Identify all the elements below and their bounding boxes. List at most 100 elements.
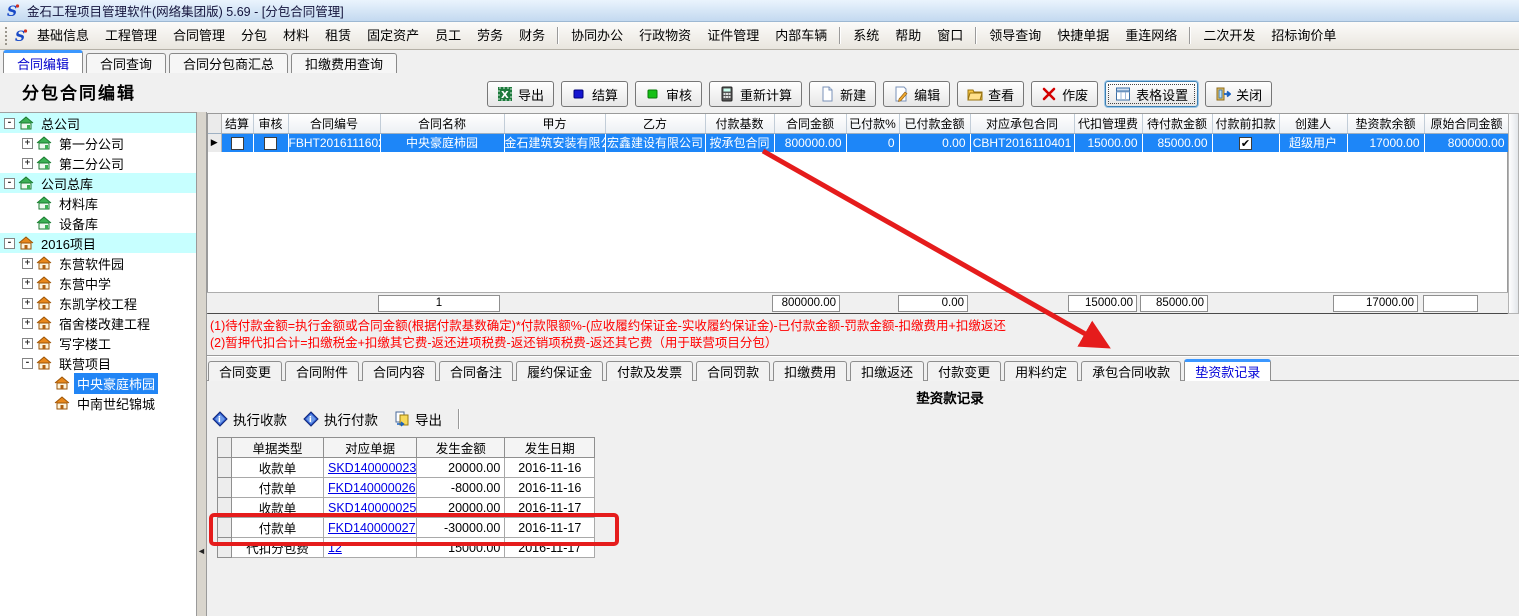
menu-item[interactable]: 材料 [275,23,317,49]
contract-row-selected[interactable]: ▶ FBHT2016111602 中央豪庭柿园 金石建筑安装有限公司 宏鑫建设有… [208,133,1509,152]
edit-button[interactable]: 编辑 [883,81,950,107]
tab-advance-payment-records[interactable]: 垫资款记录 [1184,359,1271,381]
column-header[interactable]: 待付款金额 [1142,114,1212,133]
column-header[interactable]: 已付款% [846,114,899,133]
menu-item[interactable]: 二次开发 [1195,23,1263,49]
detail-export-button[interactable]: 导出 [394,409,442,429]
expand-expander-icon[interactable]: + [22,158,33,169]
expand-expander-icon[interactable]: + [22,338,33,349]
tree-item-branch-1[interactable]: + 第一分公司 [0,133,196,153]
menu-item[interactable]: 租赁 [317,23,359,49]
tab-payment-invoice[interactable]: 付款及发票 [606,361,693,381]
collapse-sidebar-arrow-icon[interactable]: ◄ [196,543,207,559]
column-header[interactable]: 垫资款余额 [1347,114,1424,133]
tree-item-material-warehouse[interactable]: 材料库 [0,193,196,213]
close-button[interactable]: 关闭 [1205,81,1272,107]
record-row[interactable]: 收款单 SKD140000023 20000.00 2016-11-16 [218,458,595,478]
column-header[interactable]: 合同编号 [288,114,380,133]
column-header[interactable]: 审核 [253,114,288,133]
menu-item[interactable]: 领导查询 [981,23,1049,49]
vertical-scrollbar[interactable] [1508,113,1519,314]
tree-item-dongkai-school-project[interactable]: + 东凯学校工程 [0,293,196,313]
column-header[interactable]: 对应承包合同 [970,114,1074,133]
column-header[interactable]: 发生日期 [505,438,595,458]
tree-item-head-office[interactable]: - 总公司 [0,113,196,133]
recalculate-button[interactable]: 重新计算 [709,81,802,107]
tab-deduction-fee[interactable]: 扣缴费用 [773,361,847,381]
tree-item-dongying-software-park[interactable]: + 东营软件园 [0,253,196,273]
collapse-expander-icon[interactable]: - [4,238,15,249]
column-header[interactable]: 发生金额 [417,438,505,458]
tree-item-2016-projects[interactable]: - 2016项目 [0,233,196,253]
tree-item-company-warehouse[interactable]: - 公司总库 [0,173,196,193]
menu-item[interactable]: 系统 [845,23,887,49]
export-button[interactable]: X 导出 [487,81,554,107]
tab-payment-change[interactable]: 付款变更 [927,361,1001,381]
expand-expander-icon[interactable]: + [22,138,33,149]
column-header[interactable]: 代扣管理费 [1074,114,1142,133]
tab-contract-query[interactable]: 合同查询 [86,53,166,73]
tab-deduction-return[interactable]: 扣缴返还 [850,361,924,381]
new-button[interactable]: 新建 [809,81,876,107]
menu-item[interactable]: 分包 [233,23,275,49]
tree-item-dormitory-renovation[interactable]: + 宿舍楼改建工程 [0,313,196,333]
tree-item-branch-2[interactable]: + 第二分公司 [0,153,196,173]
column-header[interactable]: 结算 [221,114,253,133]
tab-main-contract-receipts[interactable]: 承包合同收款 [1081,361,1181,381]
tab-contract-penalty[interactable]: 合同罚款 [696,361,770,381]
menu-item[interactable]: 证件管理 [699,23,767,49]
collapse-expander-icon[interactable]: - [4,118,15,129]
tree-item-office-building[interactable]: + 写字楼工 [0,333,196,353]
tab-deduction-query[interactable]: 扣缴费用查询 [291,53,397,73]
view-button[interactable]: 查看 [957,81,1024,107]
tab-contract-attachment[interactable]: 合同附件 [285,361,359,381]
column-header[interactable]: 付款前扣款 [1212,114,1279,133]
doc-no-link[interactable]: FKD140000026 [328,481,416,495]
tab-material-agreement[interactable]: 用料约定 [1004,361,1078,381]
execute-payment-button[interactable]: i 执行付款 [303,409,378,429]
menu-item[interactable]: 固定资产 [359,23,427,49]
tab-contract-content[interactable]: 合同内容 [362,361,436,381]
record-row-highlighted[interactable]: 代扣分包费 12 15000.00 2016-11-17 [218,538,595,558]
menu-item[interactable]: 协同办公 [563,23,631,49]
settle-checkbox-cell[interactable] [221,133,253,152]
menu-item[interactable]: 行政物资 [631,23,699,49]
tab-contract-remarks[interactable]: 合同备注 [439,361,513,381]
menu-item[interactable]: 招标询价单 [1263,23,1344,49]
doc-no-link[interactable]: 12 [328,541,342,555]
tab-subcontractor-summary[interactable]: 合同分包商汇总 [169,53,288,73]
menu-item[interactable]: 财务 [511,23,553,49]
column-header[interactable]: 原始合同金额 [1424,114,1509,133]
menu-item[interactable]: 快捷单据 [1049,23,1117,49]
expand-expander-icon[interactable]: + [22,278,33,289]
column-header[interactable]: 付款基数 [705,114,774,133]
doc-no-link[interactable]: SKD140000023 [328,461,416,475]
tree-item-central-haoting[interactable]: 中央豪庭柿园 [0,373,196,393]
settle-checkbox[interactable] [231,137,244,150]
column-header[interactable]: 对应单据 [324,438,417,458]
menu-item[interactable]: 窗口 [929,23,971,49]
menu-item[interactable]: 工程管理 [97,23,165,49]
menu-item[interactable]: 内部车辆 [767,23,835,49]
pre-deduction-checkbox-checked[interactable]: ✔ [1239,137,1252,150]
column-header[interactable]: 乙方 [605,114,705,133]
tree-item-zhongnan-century-city[interactable]: 中南世纪锦城 [0,393,196,413]
doc-no-link[interactable]: SKD140000025 [328,501,416,515]
collapse-expander-icon[interactable]: - [22,358,33,369]
expand-expander-icon[interactable]: + [22,318,33,329]
doc-no-link[interactable]: FKD140000027 [328,521,416,535]
menu-item[interactable]: 劳务 [469,23,511,49]
record-row[interactable]: 付款单 FKD140000027 -30000.00 2016-11-17 [218,518,595,538]
column-header[interactable]: 创建人 [1279,114,1347,133]
audit-checkbox-cell[interactable] [253,133,288,152]
menu-item[interactable]: 重连网络 [1117,23,1185,49]
execute-receipt-button[interactable]: i 执行收款 [212,409,287,429]
tree-item-dongying-middle-school[interactable]: + 东营中学 [0,273,196,293]
column-header[interactable]: 已付款金额 [899,114,970,133]
tree-item-joint-venture-projects[interactable]: - 联营项目 [0,353,196,373]
expand-expander-icon[interactable]: + [22,298,33,309]
menu-item[interactable]: 员工 [427,23,469,49]
tree-splitter[interactable] [196,112,207,616]
settle-button[interactable]: 结算 [561,81,628,107]
expand-expander-icon[interactable]: + [22,258,33,269]
